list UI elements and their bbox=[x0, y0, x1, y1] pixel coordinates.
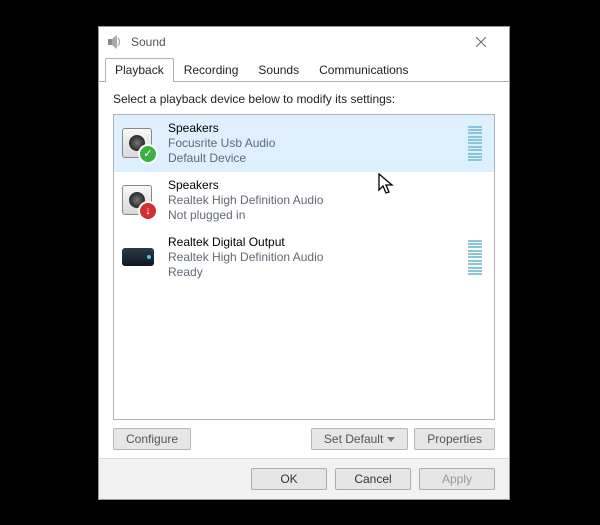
level-meter bbox=[468, 240, 482, 276]
title-text: Sound bbox=[131, 35, 166, 49]
button-label: Properties bbox=[427, 432, 482, 446]
check-icon: ✓ bbox=[138, 144, 158, 164]
titlebar: Sound bbox=[99, 27, 509, 57]
instruction-text: Select a playback device below to modify… bbox=[113, 92, 495, 106]
properties-button[interactable]: Properties bbox=[414, 428, 495, 450]
device-text: SpeakersRealtek High Definition AudioNot… bbox=[168, 178, 482, 223]
button-label: Apply bbox=[442, 472, 472, 486]
apply-button[interactable]: Apply bbox=[419, 468, 495, 490]
device-status: Not plugged in bbox=[168, 208, 482, 223]
device-driver: Realtek High Definition Audio bbox=[168, 250, 468, 265]
tab-strip: Playback Recording Sounds Communications bbox=[99, 57, 509, 82]
error-icon: ↓ bbox=[138, 201, 158, 221]
playback-device-list[interactable]: ✓SpeakersFocusrite Usb AudioDefault Devi… bbox=[113, 114, 495, 420]
ok-button[interactable]: OK bbox=[251, 468, 327, 490]
tab-label: Communications bbox=[319, 63, 408, 77]
chevron-down-icon bbox=[387, 437, 395, 442]
device-action-row: Configure Set Default Properties bbox=[113, 428, 495, 450]
device-item[interactable]: Realtek Digital OutputRealtek High Defin… bbox=[114, 229, 494, 286]
tab-label: Sounds bbox=[258, 63, 299, 77]
tab-label: Playback bbox=[115, 63, 164, 77]
tab-communications[interactable]: Communications bbox=[309, 58, 418, 82]
tab-recording[interactable]: Recording bbox=[174, 58, 249, 82]
speaker-icon: ↓ bbox=[122, 185, 154, 217]
button-label: OK bbox=[280, 472, 297, 486]
configure-button[interactable]: Configure bbox=[113, 428, 191, 450]
device-name: Speakers bbox=[168, 121, 468, 136]
tab-playback[interactable]: Playback bbox=[105, 58, 174, 82]
device-driver: Realtek High Definition Audio bbox=[168, 193, 482, 208]
device-status: Default Device bbox=[168, 151, 468, 166]
device-item[interactable]: ↓ SpeakersRealtek High Definition AudioNo… bbox=[114, 172, 494, 229]
close-button[interactable] bbox=[461, 28, 501, 56]
device-text: SpeakersFocusrite Usb AudioDefault Devic… bbox=[168, 121, 468, 166]
button-label: Configure bbox=[126, 432, 178, 446]
level-meter bbox=[468, 126, 482, 162]
tab-sounds[interactable]: Sounds bbox=[248, 58, 309, 82]
tab-label: Recording bbox=[184, 63, 239, 77]
sound-app-icon bbox=[107, 34, 123, 50]
set-default-button[interactable]: Set Default bbox=[311, 428, 408, 450]
tab-content: Select a playback device below to modify… bbox=[99, 82, 509, 458]
device-text: Realtek Digital OutputRealtek High Defin… bbox=[168, 235, 468, 280]
dialog-button-row: OK Cancel Apply bbox=[99, 458, 509, 499]
device-driver: Focusrite Usb Audio bbox=[168, 136, 468, 151]
device-name: Speakers bbox=[168, 178, 482, 193]
sound-dialog: Sound Playback Recording Sounds Communic… bbox=[98, 26, 510, 500]
device-status: Ready bbox=[168, 265, 468, 280]
digital-output-icon bbox=[122, 242, 154, 274]
button-label: Set Default bbox=[324, 432, 383, 446]
speaker-icon: ✓ bbox=[122, 128, 154, 160]
device-name: Realtek Digital Output bbox=[168, 235, 468, 250]
button-label: Cancel bbox=[354, 472, 391, 486]
cancel-button[interactable]: Cancel bbox=[335, 468, 411, 490]
device-item[interactable]: ✓ SpeakersFocusrite Usb AudioDefault Devi… bbox=[114, 115, 494, 172]
